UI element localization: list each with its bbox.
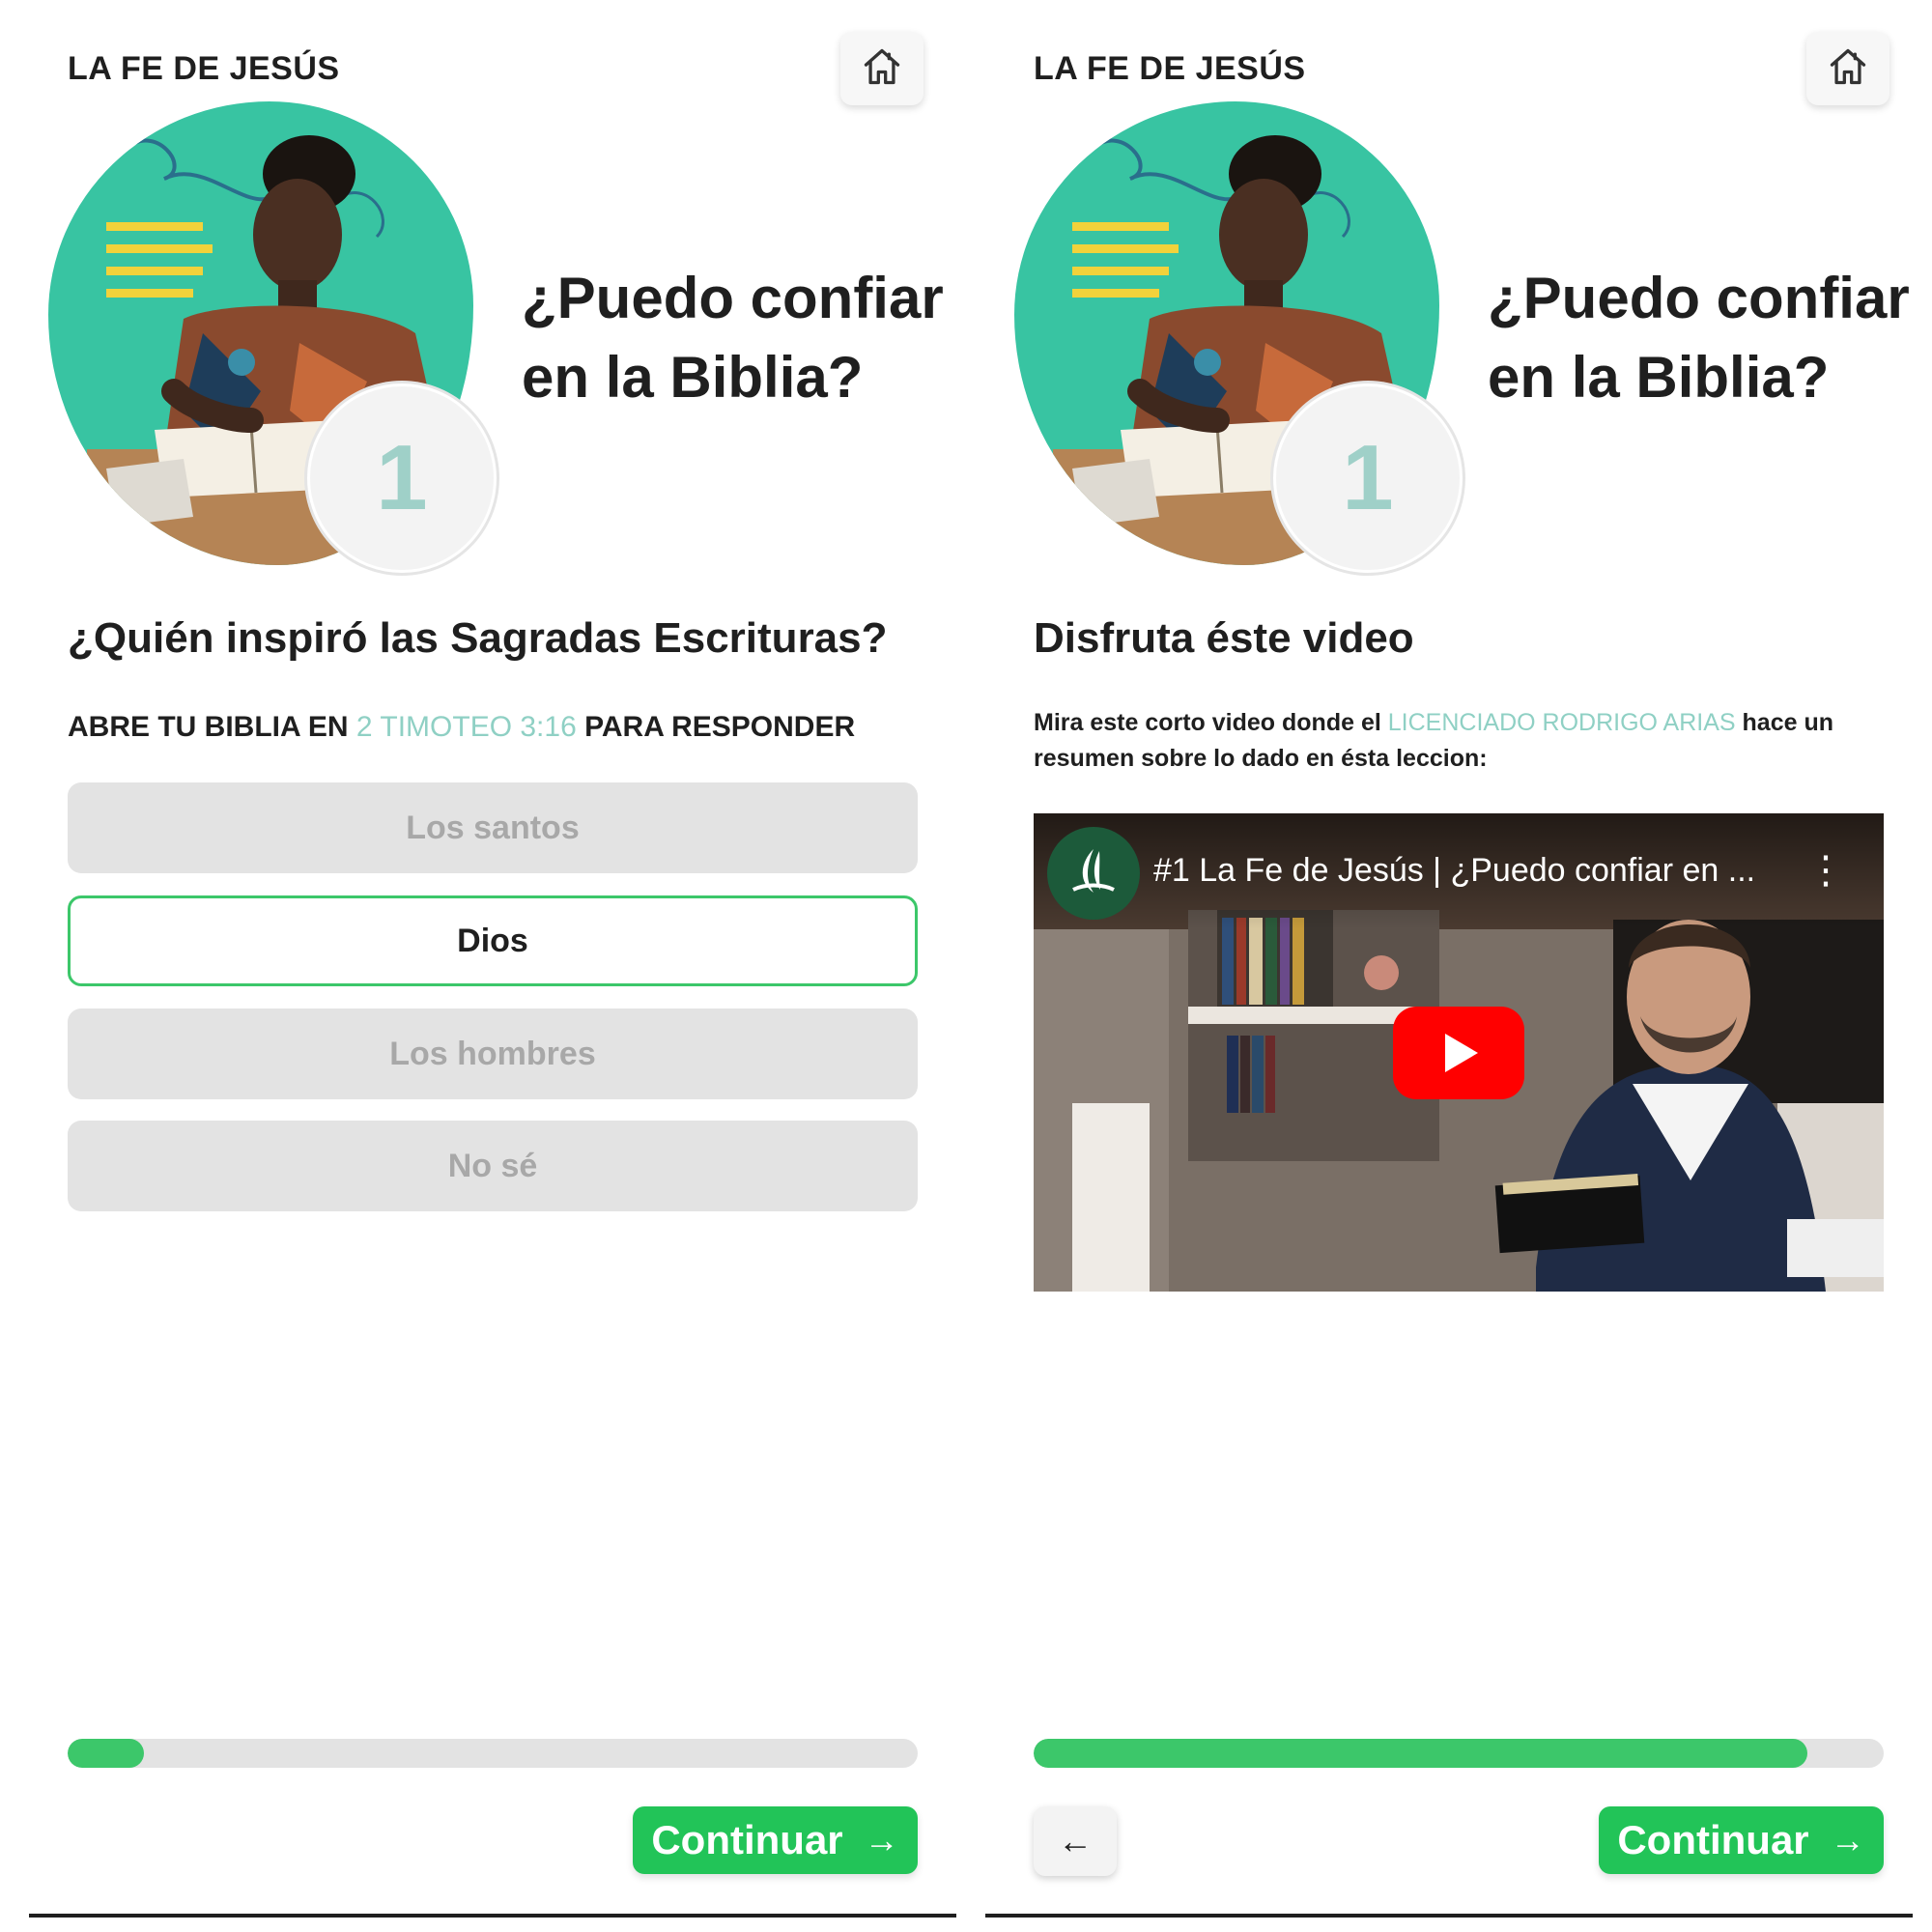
video-description: Mira este corto video donde el LICENCIAD… bbox=[1034, 705, 1884, 777]
lesson-number-badge: 1 bbox=[1273, 384, 1463, 573]
video-player[interactable]: #1 La Fe de Jesús | ¿Puedo confiar en ..… bbox=[1034, 813, 1884, 1292]
back-button[interactable]: ← bbox=[1034, 1806, 1117, 1876]
instruction-prefix: ABRE TU BIBLIA EN bbox=[68, 711, 349, 743]
arrow-right-icon: → bbox=[1830, 1820, 1865, 1860]
presenter-link[interactable]: LICENCIADO RODRIGO ARIAS bbox=[1388, 709, 1736, 736]
lesson-number: 1 bbox=[1342, 426, 1394, 529]
lesson-progress-bar bbox=[68, 1739, 918, 1768]
arrow-right-icon: → bbox=[864, 1820, 899, 1860]
lesson-progress-fill bbox=[1034, 1739, 1807, 1768]
lesson-hero: 1 bbox=[48, 101, 497, 573]
question-text: ¿Quién inspiró las Sagradas Escrituras? bbox=[68, 614, 888, 662]
home-button[interactable] bbox=[1806, 32, 1889, 105]
channel-logo-icon[interactable] bbox=[1047, 827, 1140, 920]
lesson-title: ¿Puedo confiar en la Biblia? bbox=[522, 266, 944, 410]
home-button[interactable] bbox=[840, 32, 923, 105]
app-title: LA FE DE JESÚS bbox=[68, 50, 340, 87]
answer-option-los-hombres[interactable]: Los hombres bbox=[68, 1009, 918, 1099]
home-icon bbox=[1827, 45, 1869, 93]
lesson-progress-bar bbox=[1034, 1739, 1884, 1768]
app-title: LA FE DE JESÚS bbox=[1034, 50, 1306, 87]
lesson-hero: 1 bbox=[1014, 101, 1463, 573]
bottom-divider bbox=[29, 1914, 956, 1918]
continue-label: Continuar bbox=[1617, 1817, 1809, 1862]
instruction-text: ABRE TU BIBLIA EN 2 TIMOTEO 3:16 PARA RE… bbox=[68, 711, 855, 744]
home-icon bbox=[861, 45, 903, 93]
more-vertical-icon[interactable]: ⋮ bbox=[1806, 846, 1845, 895]
play-button[interactable] bbox=[1393, 1007, 1524, 1099]
continue-label: Continuar bbox=[651, 1817, 843, 1862]
video-screen: LA FE DE JESÚS 1 ¿Puedo confiar en la Bi… bbox=[966, 0, 1932, 1932]
description-prefix: Mira este corto video donde el bbox=[1034, 709, 1381, 736]
lesson-number: 1 bbox=[376, 426, 428, 529]
lesson-number-badge: 1 bbox=[307, 384, 497, 573]
continue-button[interactable]: Continuar → bbox=[633, 1806, 918, 1874]
bottom-divider bbox=[985, 1914, 1913, 1918]
answer-option-no-se[interactable]: No sé bbox=[68, 1121, 918, 1211]
lesson-title: ¿Puedo confiar en la Biblia? bbox=[1488, 266, 1910, 410]
lesson-progress-fill bbox=[68, 1739, 145, 1768]
quiz-screen: LA FE DE JESÚS 1 ¿Puedo confiar en la Bi… bbox=[0, 0, 966, 1932]
arrow-left-icon: ← bbox=[1058, 1821, 1093, 1861]
play-icon bbox=[1393, 1007, 1524, 1099]
continue-button[interactable]: Continuar → bbox=[1599, 1806, 1884, 1874]
answer-option-los-santos[interactable]: Los santos bbox=[68, 782, 918, 873]
instruction-suffix: PARA RESPONDER bbox=[584, 711, 856, 743]
verse-link[interactable]: 2 TIMOTEO 3:16 bbox=[356, 711, 577, 743]
section-title: Disfruta éste video bbox=[1034, 614, 1414, 662]
video-title[interactable]: #1 La Fe de Jesús | ¿Puedo confiar en ..… bbox=[1153, 852, 1772, 890]
answer-option-dios[interactable]: Dios bbox=[68, 895, 918, 986]
